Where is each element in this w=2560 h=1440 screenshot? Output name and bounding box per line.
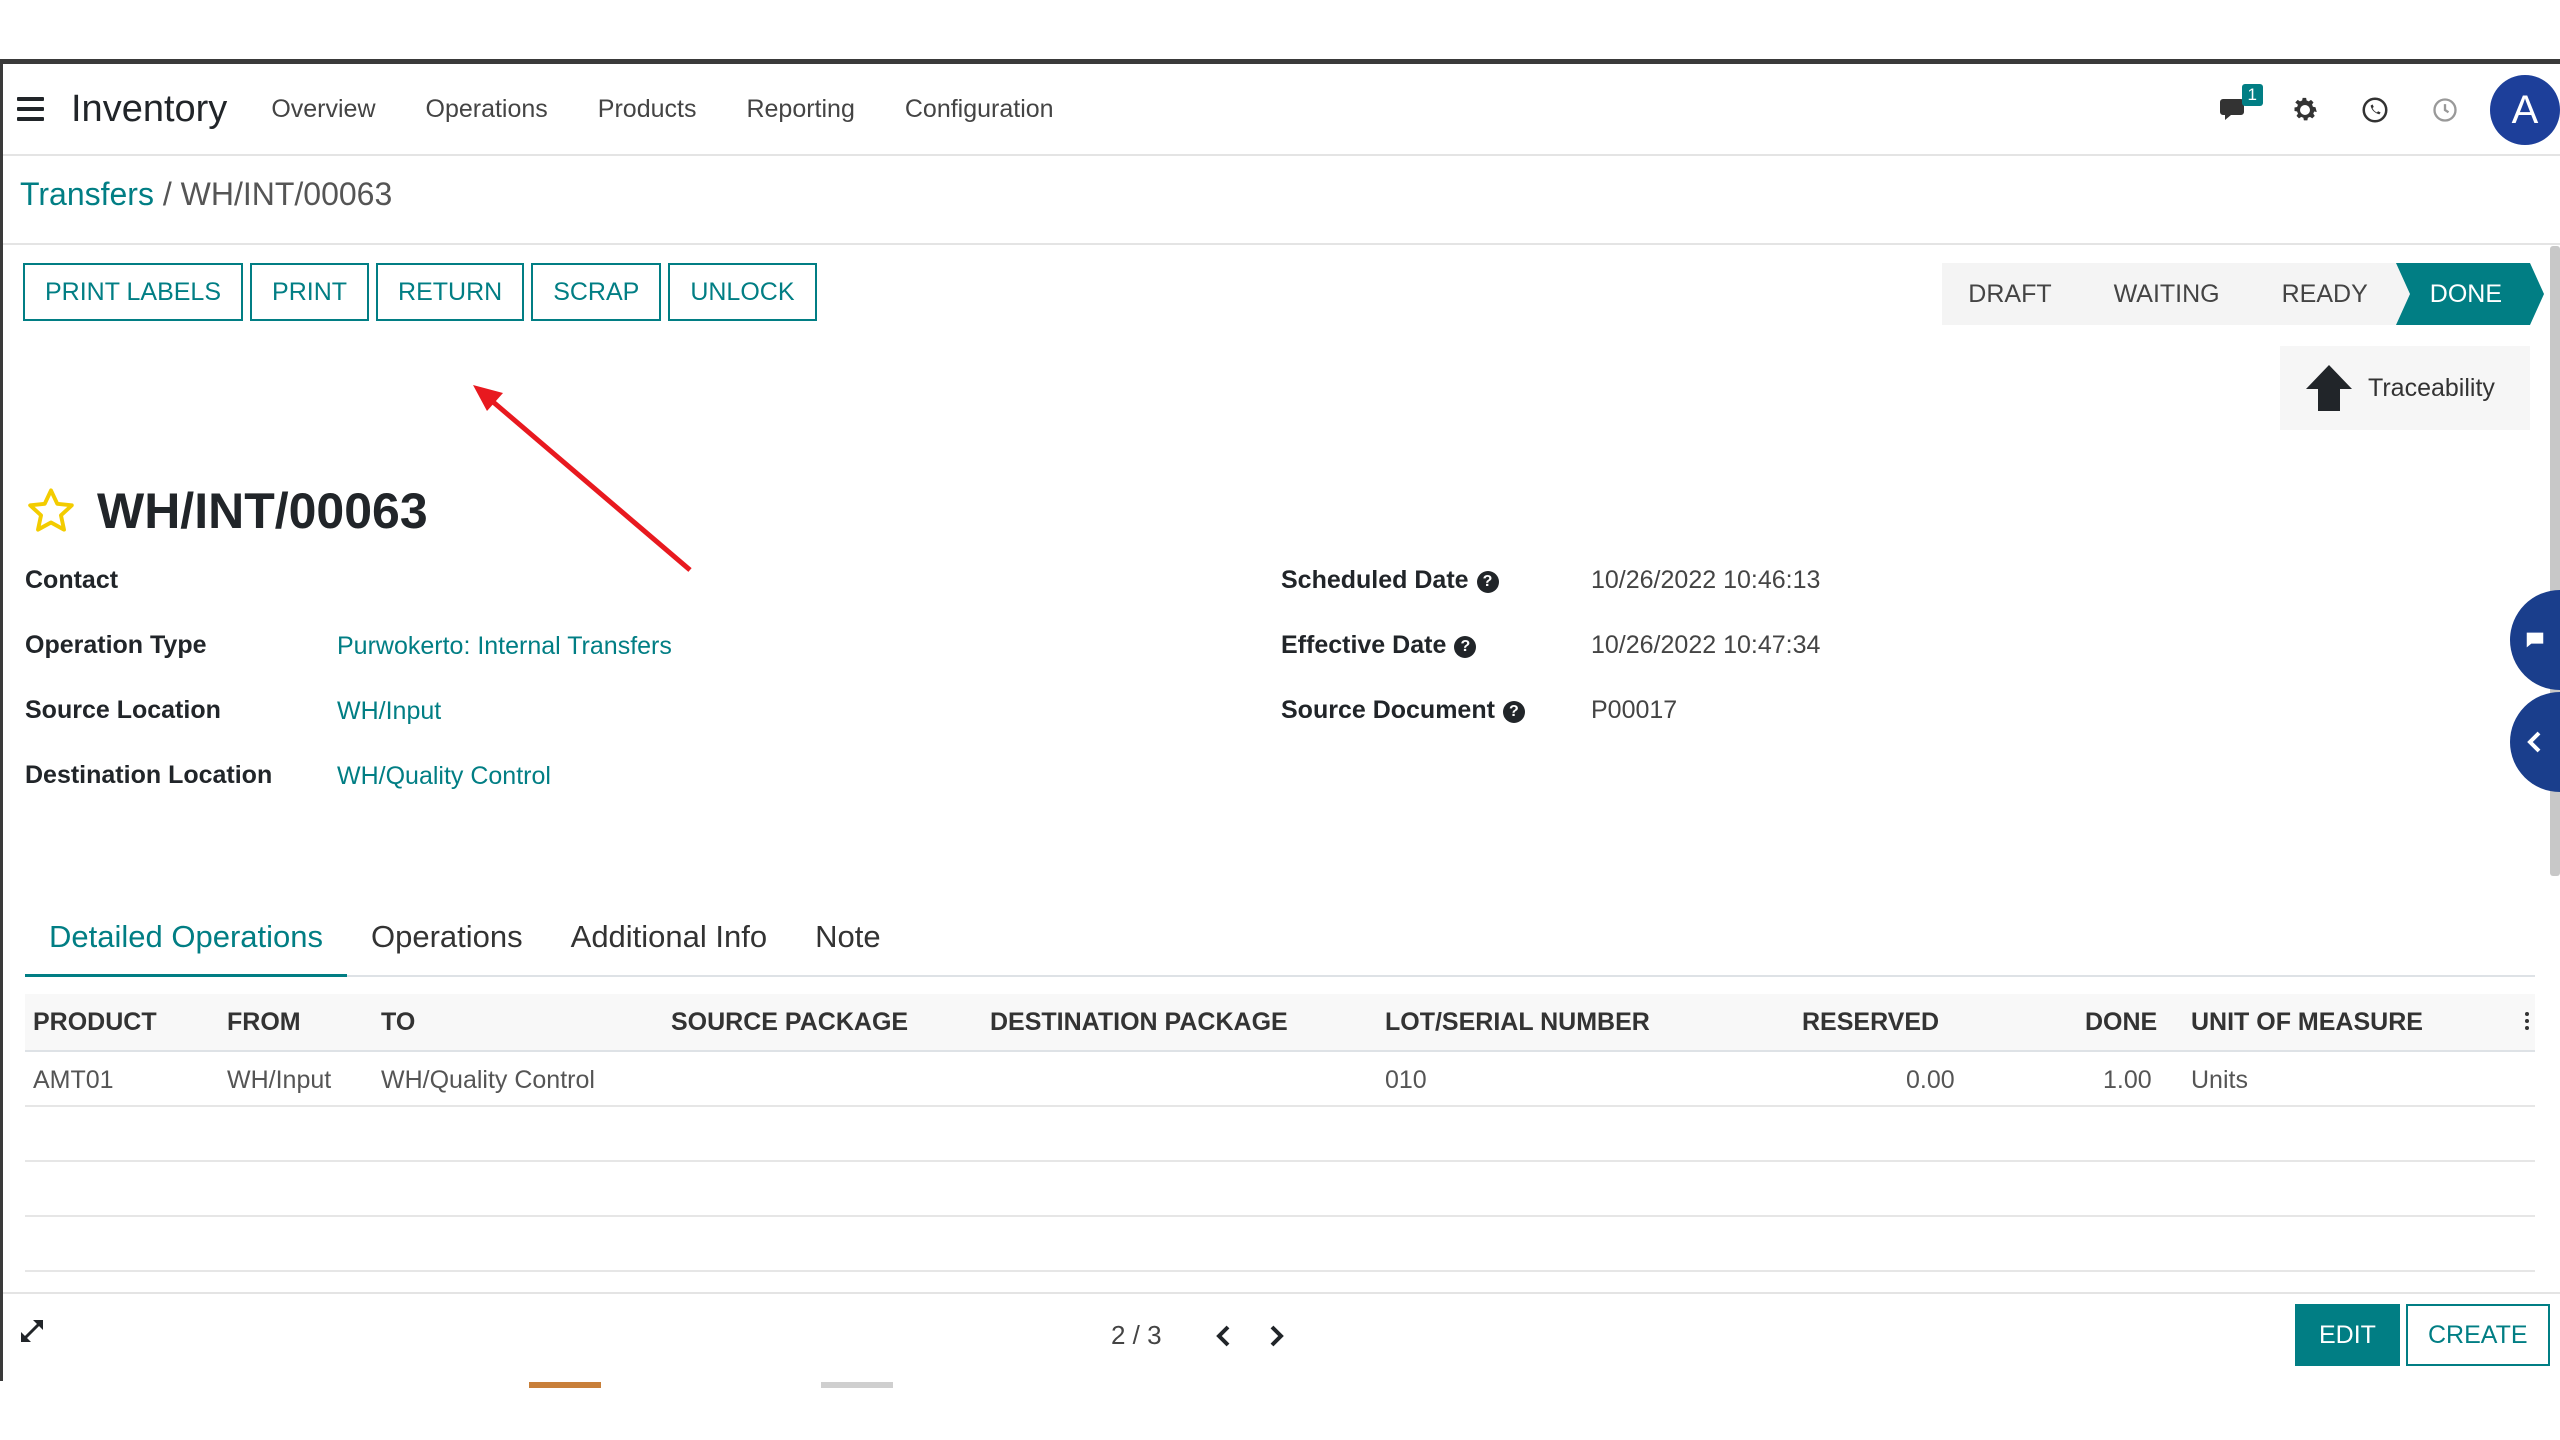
table-row[interactable]: AMT01 WH/Input WH/Quality Control 010 0.… bbox=[25, 1052, 2535, 1107]
breadcrumb-divider bbox=[3, 243, 2560, 245]
user-avatar[interactable]: A bbox=[2490, 75, 2560, 145]
status-bar: DRAFT WAITING READY DONE bbox=[1942, 263, 2545, 325]
empty-row bbox=[25, 1107, 2535, 1162]
status-waiting[interactable]: WAITING bbox=[2079, 263, 2262, 325]
empty-row bbox=[25, 1217, 2535, 1272]
pager-next-icon[interactable] bbox=[1262, 1318, 1292, 1354]
traceability-button[interactable]: Traceability bbox=[2280, 346, 2530, 430]
favorite-star-icon[interactable] bbox=[25, 485, 77, 537]
arrow-up-icon bbox=[2306, 365, 2352, 411]
traceability-label: Traceability bbox=[2368, 373, 2495, 402]
menu-overview[interactable]: Overview bbox=[271, 95, 375, 124]
menu-products[interactable]: Products bbox=[598, 95, 697, 124]
effective-date-label-text: Effective Date bbox=[1281, 631, 1447, 659]
effective-date-value: 10/26/2022 10:47:34 bbox=[1591, 631, 1821, 659]
column-destination-package[interactable]: DESTINATION PACKAGE bbox=[990, 1008, 1288, 1037]
status-done[interactable]: DONE bbox=[2395, 263, 2545, 325]
expand-icon[interactable] bbox=[17, 1316, 47, 1346]
tab-additional-info[interactable]: Additional Info bbox=[547, 909, 791, 977]
source-document-label: Source Document? bbox=[1281, 696, 1525, 725]
action-buttons: PRINT LABELS PRINT RETURN SCRAP UNLOCK bbox=[23, 263, 817, 321]
messages-badge: 1 bbox=[2241, 84, 2263, 106]
taskbar-accent bbox=[821, 1382, 893, 1388]
column-to[interactable]: TO bbox=[381, 1008, 415, 1037]
cell-product: AMT01 bbox=[33, 1066, 114, 1094]
cell-done: 1.00 bbox=[2103, 1066, 2152, 1094]
print-button[interactable]: PRINT bbox=[250, 263, 370, 321]
status-draft[interactable]: DRAFT bbox=[1942, 263, 2094, 325]
column-reserved[interactable]: RESERVED bbox=[1802, 1008, 1939, 1037]
cell-reserved: 0.00 bbox=[1906, 1066, 1955, 1094]
record-title-row: WH/INT/00063 bbox=[25, 482, 428, 540]
edit-button[interactable]: EDIT bbox=[2295, 1304, 2400, 1366]
taskbar-accent bbox=[529, 1382, 601, 1388]
pager-previous-icon[interactable] bbox=[1208, 1318, 1238, 1354]
column-done[interactable]: DONE bbox=[2085, 1008, 2157, 1037]
optional-columns-icon[interactable] bbox=[2525, 1012, 2529, 1030]
top-navbar: Inventory Overview Operations Products R… bbox=[3, 64, 2560, 156]
source-location-label: Source Location bbox=[25, 696, 221, 724]
scheduled-date-label: Scheduled Date? bbox=[1281, 566, 1499, 595]
menu-operations[interactable]: Operations bbox=[426, 95, 548, 124]
print-labels-button[interactable]: PRINT LABELS bbox=[23, 263, 244, 321]
annotation-arrow bbox=[473, 385, 692, 572]
chat-bubble-icon[interactable] bbox=[2510, 590, 2560, 690]
column-product[interactable]: PRODUCT bbox=[33, 1008, 157, 1037]
scrap-button[interactable]: SCRAP bbox=[531, 263, 662, 321]
collapse-chevron-icon[interactable] bbox=[2510, 692, 2560, 792]
notebook-tabs: Detailed Operations Operations Additiona… bbox=[25, 909, 2535, 977]
menu-configuration[interactable]: Configuration bbox=[905, 95, 1054, 124]
record-name: WH/INT/00063 bbox=[97, 483, 428, 539]
empty-row bbox=[25, 1162, 2535, 1217]
status-ready[interactable]: READY bbox=[2247, 263, 2410, 325]
breadcrumb: Transfers / WH/INT/00063 bbox=[20, 176, 392, 213]
destination-location-link[interactable]: WH/Quality Control bbox=[337, 762, 551, 791]
navbar-systray: 1 A bbox=[2200, 64, 2560, 156]
source-document-label-text: Source Document bbox=[1281, 696, 1495, 724]
hamburger-menu-icon[interactable] bbox=[17, 89, 57, 129]
scheduled-date-label-text: Scheduled Date bbox=[1281, 566, 1469, 594]
column-from[interactable]: FROM bbox=[227, 1008, 301, 1037]
cell-lot-serial-number: 010 bbox=[1385, 1066, 1427, 1094]
create-button[interactable]: CREATE bbox=[2406, 1304, 2550, 1366]
app-window: Inventory Overview Operations Products R… bbox=[0, 59, 2560, 1388]
column-lot-serial-number[interactable]: LOT/SERIAL NUMBER bbox=[1385, 1008, 1650, 1037]
effective-date-label: Effective Date? bbox=[1281, 631, 1477, 660]
tab-note[interactable]: Note bbox=[791, 909, 904, 977]
breadcrumb-separator: / bbox=[153, 176, 181, 212]
menu-reporting[interactable]: Reporting bbox=[746, 95, 854, 124]
bottom-control-bar: 2 / 3 EDIT CREATE bbox=[3, 1292, 2560, 1382]
breadcrumb-transfers-link[interactable]: Transfers bbox=[20, 176, 154, 212]
column-unit-of-measure[interactable]: UNIT OF MEASURE bbox=[2191, 1008, 2423, 1037]
operation-type-link[interactable]: Purwokerto: Internal Transfers bbox=[337, 632, 672, 661]
tab-detailed-operations[interactable]: Detailed Operations bbox=[25, 909, 347, 977]
scheduled-date-value: 10/26/2022 10:46:13 bbox=[1591, 566, 1821, 594]
tab-operations[interactable]: Operations bbox=[347, 909, 547, 977]
help-icon[interactable]: ? bbox=[1454, 636, 1477, 658]
return-button[interactable]: RETURN bbox=[376, 263, 525, 321]
pager-value[interactable]: 2 / 3 bbox=[1111, 1320, 1162, 1351]
contact-label: Contact bbox=[25, 566, 119, 594]
cell-from: WH/Input bbox=[227, 1066, 332, 1094]
source-location-link[interactable]: WH/Input bbox=[337, 697, 441, 726]
app-title[interactable]: Inventory bbox=[71, 88, 227, 131]
column-source-package[interactable]: SOURCE PACKAGE bbox=[671, 1008, 908, 1037]
destination-location-label: Destination Location bbox=[25, 761, 273, 789]
detailed-operations-table: PRODUCT FROM TO SOURCE PACKAGE DESTINATI… bbox=[25, 994, 2535, 1272]
messages-icon[interactable]: 1 bbox=[2215, 84, 2263, 130]
cell-unit-of-measure: Units bbox=[2191, 1066, 2248, 1094]
table-header: PRODUCT FROM TO SOURCE PACKAGE DESTINATI… bbox=[25, 994, 2535, 1052]
clock-activity-icon[interactable] bbox=[2425, 90, 2465, 130]
whatsapp-icon[interactable] bbox=[2355, 90, 2395, 130]
unlock-button[interactable]: UNLOCK bbox=[668, 263, 817, 321]
help-icon[interactable]: ? bbox=[1476, 571, 1499, 593]
cell-to: WH/Quality Control bbox=[381, 1066, 595, 1094]
breadcrumb-current: WH/INT/00063 bbox=[180, 176, 393, 212]
operation-type-label: Operation Type bbox=[25, 631, 207, 659]
main-menu: Overview Operations Products Reporting C… bbox=[251, 95, 1083, 124]
source-document-value: P00017 bbox=[1591, 696, 1678, 724]
help-icon[interactable]: ? bbox=[1502, 701, 1525, 723]
gear-icon[interactable] bbox=[2285, 90, 2325, 130]
